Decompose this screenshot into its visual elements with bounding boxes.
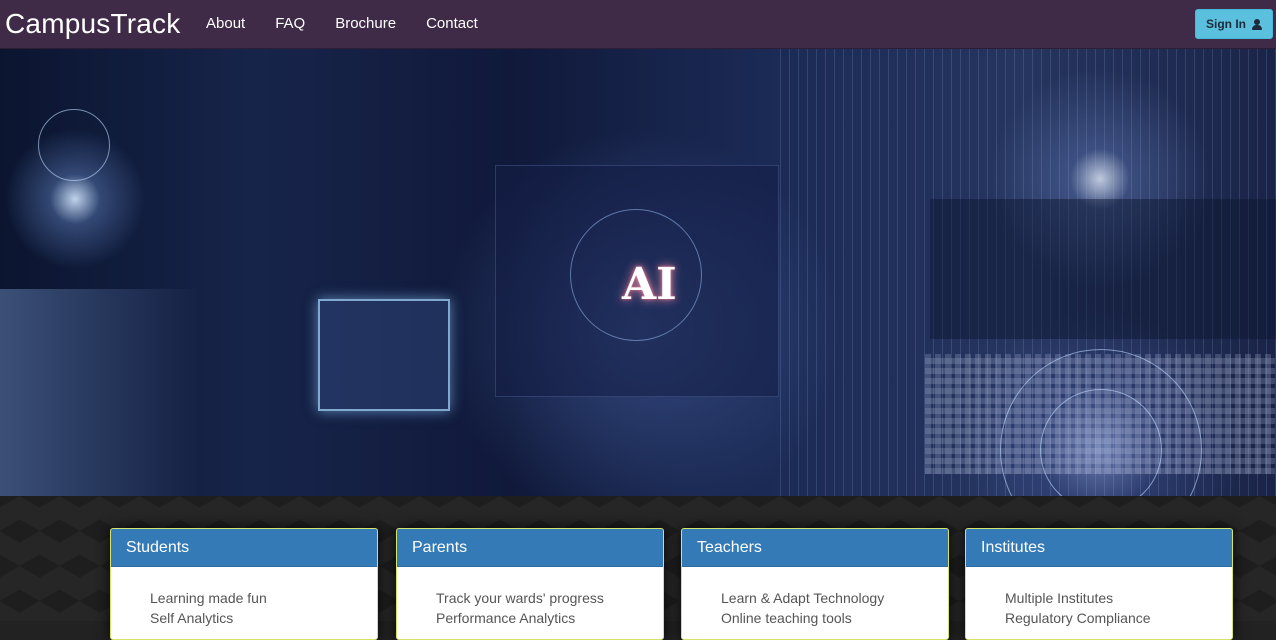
features-section: Students Learning made fun Self Analytic… (0, 496, 1276, 640)
card-item[interactable]: Regulatory Compliance (1005, 608, 1232, 628)
top-navbar: CampusTrack About FAQ Brochure Contact S… (0, 0, 1276, 49)
nav-link-about[interactable]: About (206, 0, 245, 48)
brand-logo[interactable]: CampusTrack (5, 7, 180, 41)
user-icon (1252, 18, 1262, 30)
card-body: Learn & Adapt Technology Online teaching… (682, 567, 948, 628)
card-item[interactable]: Learn & Adapt Technology (721, 588, 948, 608)
card-item[interactable]: Self Analytics (150, 608, 377, 628)
hero-face-panel (0, 289, 200, 496)
card-item[interactable]: Track your wards' progress (436, 588, 663, 608)
card-item[interactable]: Performance Analytics (436, 608, 663, 628)
sign-in-button[interactable]: Sign In (1195, 9, 1273, 39)
card-title: Teachers (682, 529, 948, 567)
card-title: Students (111, 529, 377, 567)
nav-link-contact[interactable]: Contact (426, 0, 478, 48)
hero-ai-text: AI (622, 259, 677, 310)
card-body: Learning made fun Self Analytics (111, 567, 377, 628)
card-institutes: Institutes Multiple Institutes Regulator… (965, 528, 1233, 640)
card-title: Parents (397, 529, 663, 567)
nav-links: About FAQ Brochure Contact (206, 0, 508, 48)
hero-glow-ring (38, 109, 110, 181)
card-item[interactable]: Multiple Institutes (1005, 588, 1232, 608)
hero-screen-panel (318, 299, 450, 411)
card-item[interactable]: Learning made fun (150, 588, 377, 608)
card-item[interactable]: Online teaching tools (721, 608, 948, 628)
sign-in-label: Sign In (1206, 17, 1246, 31)
nav-link-faq[interactable]: FAQ (275, 0, 305, 48)
card-students: Students Learning made fun Self Analytic… (110, 528, 378, 640)
card-body: Multiple Institutes Regulatory Complianc… (966, 567, 1232, 628)
nav-link-brochure[interactable]: Brochure (335, 0, 396, 48)
card-title: Institutes (966, 529, 1232, 567)
card-body: Track your wards' progress Performance A… (397, 567, 663, 628)
card-parents: Parents Track your wards' progress Perfo… (396, 528, 664, 640)
hero-code-panel (930, 199, 1276, 339)
card-teachers: Teachers Learn & Adapt Technology Online… (681, 528, 949, 640)
hero-banner-image: AI (0, 49, 1276, 496)
